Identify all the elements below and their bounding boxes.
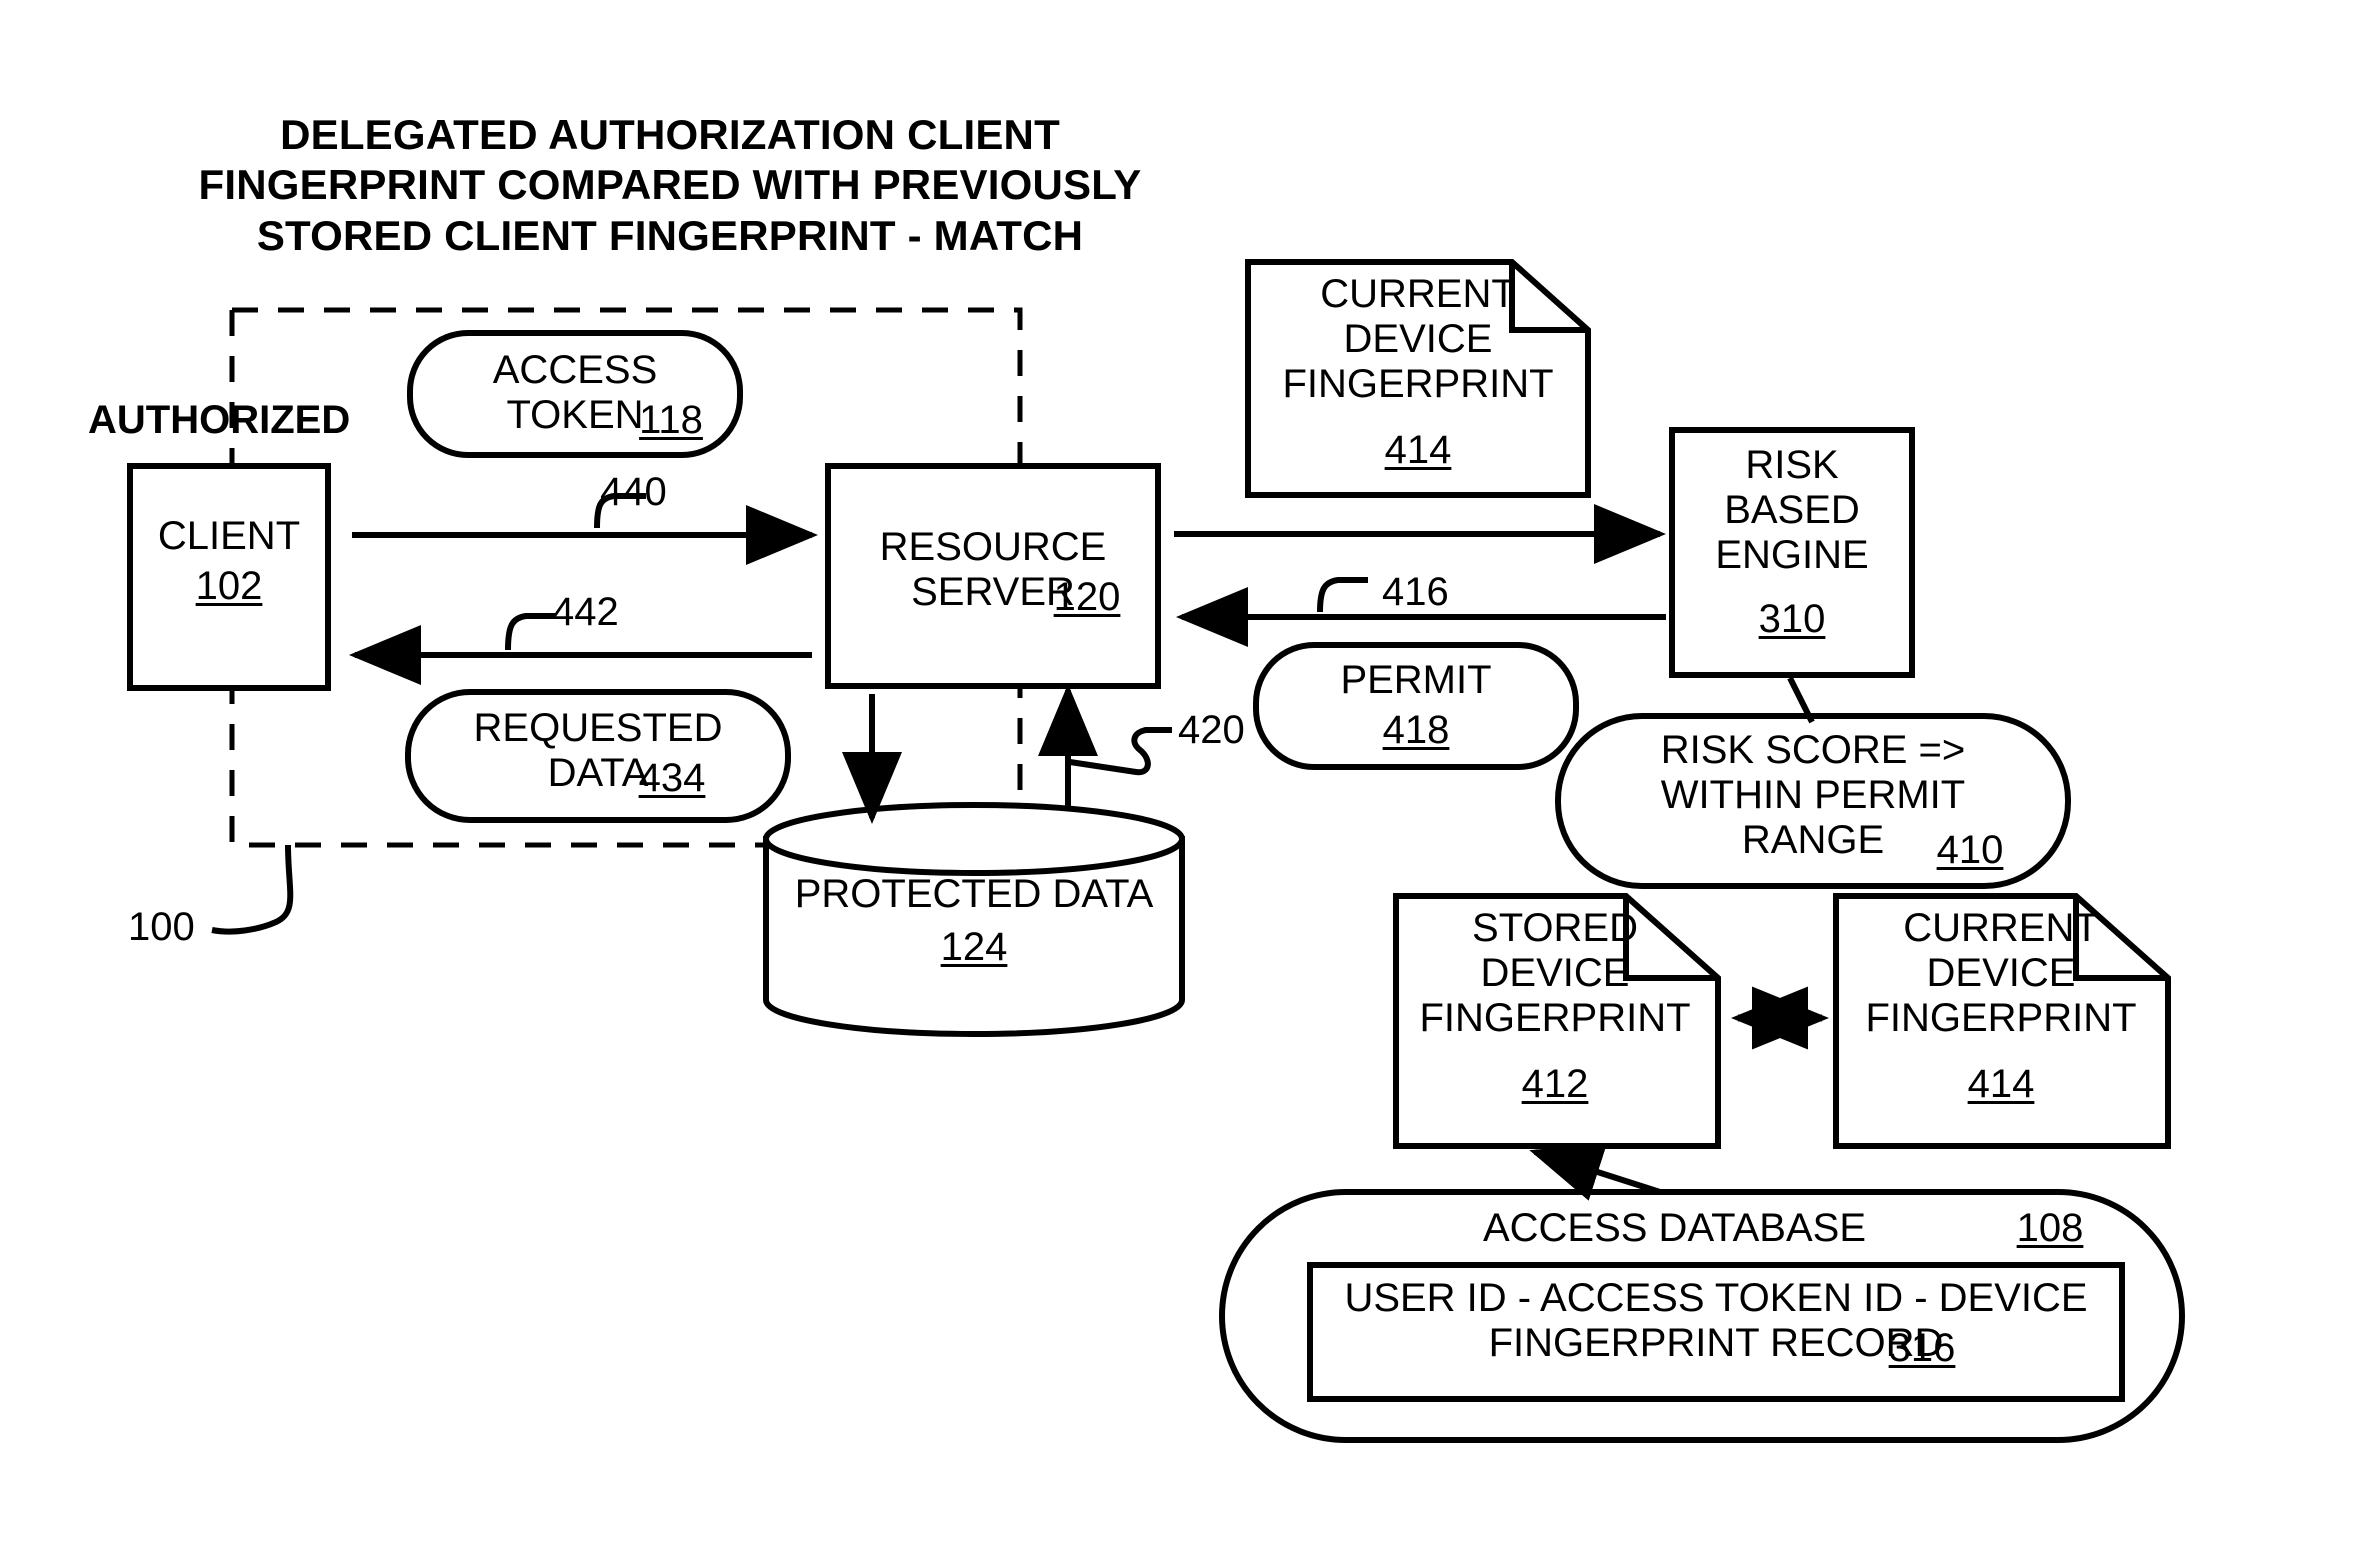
risk-based-engine-label: RISK BASED ENGINE xyxy=(1715,443,1869,577)
stored-device-fingerprint-label: STORED DEVICE FINGERPRINT xyxy=(1419,906,1691,1040)
system-ref-label: 100 xyxy=(128,905,195,949)
line-risk-engine-to-risk-score xyxy=(1787,676,1815,724)
patent-figure-canvas: DELEGATED AUTHORIZATION CLIENT FINGERPRI… xyxy=(0,0,2380,1547)
requested-data-node-ref: 434 xyxy=(638,756,706,800)
fingerprint-record-ref: 316 xyxy=(1888,1326,1956,1370)
connector-442-ref: 442 xyxy=(552,590,619,634)
protected-data-node-ref: 124 xyxy=(940,925,1008,969)
leader-100 xyxy=(211,844,294,935)
protected-data-node-label: PROTECTED DATA xyxy=(794,872,1154,916)
authorized-boundary-label: AUTHORIZED xyxy=(88,398,351,442)
permit-node-label: PERMIT xyxy=(1340,658,1492,702)
stored-device-fingerprint-ref: 412 xyxy=(1521,1062,1589,1106)
connector-440-ref: 440 xyxy=(600,470,667,514)
access-database-ref: 108 xyxy=(2016,1206,2084,1250)
leader-416 xyxy=(1317,577,1368,613)
risk-score-node-ref: 410 xyxy=(1936,828,2004,872)
resource-server-node-ref: 120 xyxy=(1053,575,1121,619)
current-device-fingerprint-top-label: CURRENT DEVICE FINGERPRINT xyxy=(1282,272,1554,406)
fingerprint-record-label: USER ID - ACCESS TOKEN ID - DEVICE FINGE… xyxy=(1344,1276,2088,1365)
connector-420-ref: 420 xyxy=(1178,708,1245,752)
access-token-node-ref: 118 xyxy=(639,398,703,442)
arrow-access-database-to-stored-fingerprint xyxy=(1529,1143,1661,1201)
risk-based-engine-ref: 310 xyxy=(1758,597,1826,641)
connector-416-ref: 416 xyxy=(1382,570,1449,614)
client-node-ref: 102 xyxy=(195,564,263,608)
permit-node-ref: 418 xyxy=(1382,708,1450,752)
figure-title: DELEGATED AUTHORIZATION CLIENT FINGERPRI… xyxy=(198,111,1142,259)
requested-data-node-label: REQUESTED DATA xyxy=(473,706,723,795)
access-database-label: ACCESS DATABASE xyxy=(1482,1206,1867,1250)
current-device-fingerprint-bottom-ref: 414 xyxy=(1967,1062,2035,1106)
leader-442 xyxy=(505,613,556,651)
current-device-fingerprint-top-ref: 414 xyxy=(1384,428,1452,472)
protected-data-cylinder-outline xyxy=(763,802,1185,1037)
client-node-label: CLIENT xyxy=(157,514,301,558)
leader-420 xyxy=(1069,727,1172,776)
current-device-fingerprint-bottom-label: CURRENT DEVICE FINGERPRINT xyxy=(1865,906,2137,1040)
